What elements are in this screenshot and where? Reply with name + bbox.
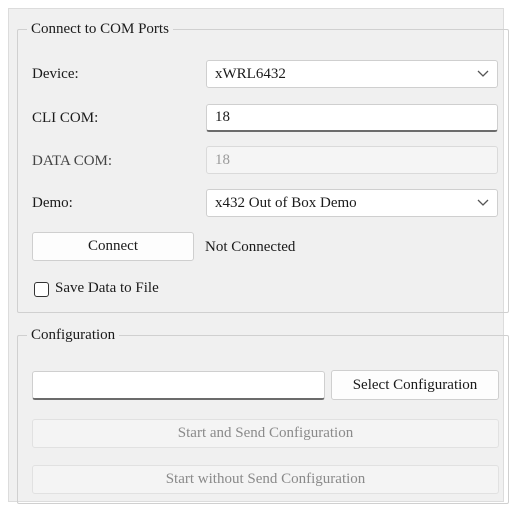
demo-value: x432 Out of Box Demo [215, 194, 357, 211]
com-connection-panel: Connect to COM Ports Device: xWRL6432 CL… [8, 8, 509, 504]
data-com-input[interactable]: 18 [206, 146, 498, 174]
chevron-down-icon [469, 60, 497, 88]
demo-label: Demo: [32, 195, 73, 211]
connect-button[interactable]: Connect [32, 232, 194, 261]
configuration-group-title: Configuration [31, 327, 116, 343]
cli-com-label: CLI COM: [32, 110, 99, 126]
connect-group-title: Connect to COM Ports [31, 21, 169, 37]
connection-status: Not Connected [205, 239, 296, 255]
demo-dropdown[interactable]: x432 Out of Box Demo [206, 189, 498, 217]
device-label: Device: [32, 66, 79, 82]
save-data-checkbox[interactable] [34, 282, 49, 297]
select-configuration-button[interactable]: Select Configuration [331, 370, 499, 400]
device-value: xWRL6432 [215, 65, 286, 82]
chevron-down-icon [469, 189, 497, 217]
config-file-input[interactable] [32, 371, 325, 400]
save-data-label[interactable]: Save Data to File [55, 280, 159, 297]
device-dropdown[interactable]: xWRL6432 [206, 60, 498, 88]
start-without-send-configuration-button[interactable]: Start without Send Configuration [32, 465, 499, 494]
cli-com-input[interactable]: 18 [206, 104, 498, 132]
data-com-label: DATA COM: [32, 153, 113, 169]
start-and-send-configuration-button[interactable]: Start and Send Configuration [32, 419, 499, 448]
